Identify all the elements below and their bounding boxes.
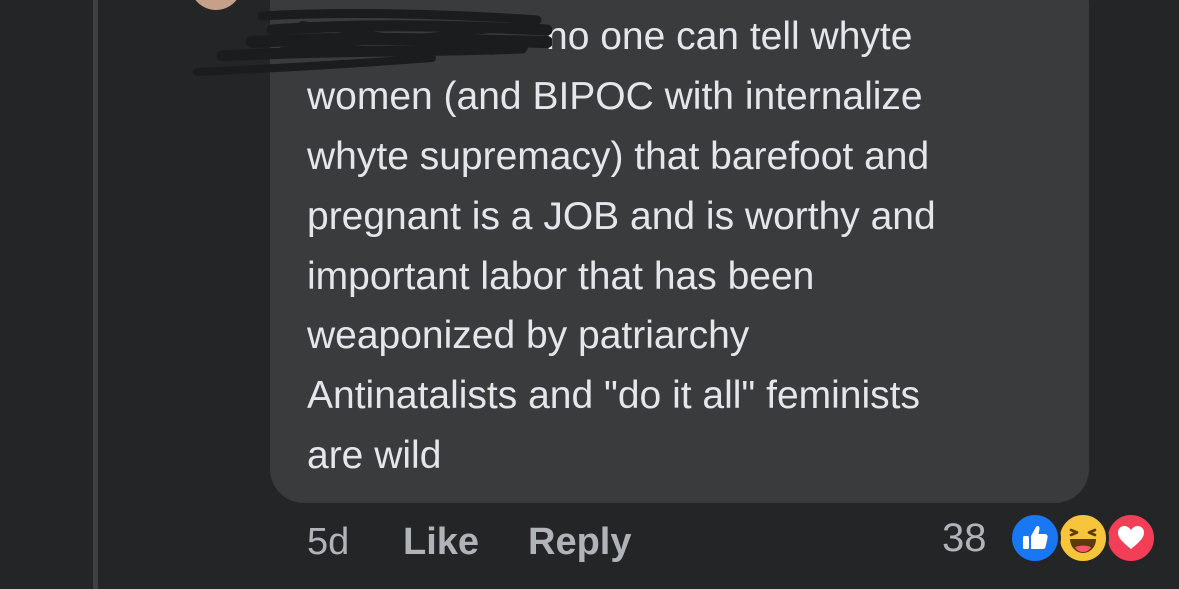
comment-text-line: pregnant is a JOB and is worthy and — [307, 195, 936, 238]
like-button[interactable]: Like — [403, 518, 479, 566]
reaction-count[interactable]: 38 — [942, 514, 987, 562]
comment-text-line: important labor that has been — [307, 255, 815, 298]
comment-text-line: weaponized by patriarchy — [307, 314, 750, 357]
haha-icon — [1057, 512, 1109, 564]
comment-text-line: women (and BIPOC with internalize — [307, 75, 923, 118]
comment-text-line: no one can tell whyte — [546, 15, 913, 58]
reaction-summary[interactable] — [1009, 512, 1159, 566]
like-icon — [1009, 512, 1061, 564]
comment-text-line: Antinatalists and "do it all" feminists — [307, 374, 920, 417]
comment-text-line: whyte supremacy) that barefoot and — [307, 135, 930, 178]
comment-timestamp[interactable]: 5d — [307, 518, 349, 566]
avatar[interactable] — [190, 0, 242, 10]
love-icon — [1105, 512, 1157, 564]
reply-button[interactable]: Reply — [528, 518, 631, 566]
thread-connector-line — [93, 0, 98, 589]
comment-text-line: are wild — [307, 434, 442, 477]
